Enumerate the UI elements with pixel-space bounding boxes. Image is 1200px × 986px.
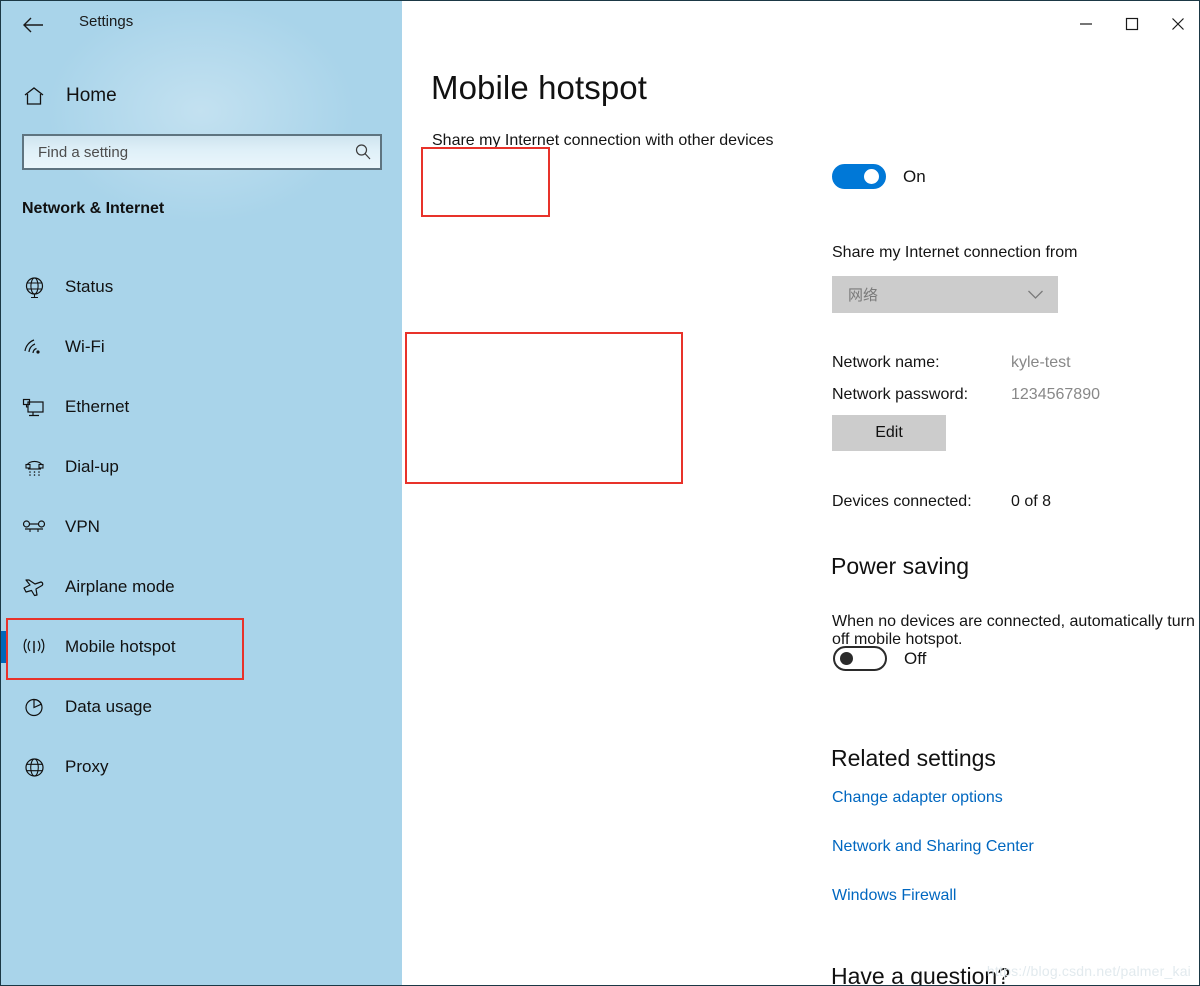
sidebar-item-label: Mobile hotspot	[65, 637, 176, 656]
airplane-icon	[19, 576, 49, 598]
sidebar-item-proxy[interactable]: Proxy	[1, 737, 402, 797]
dialup-phone-icon	[19, 456, 49, 479]
search-box[interactable]	[22, 134, 382, 170]
chevron-down-icon	[1027, 289, 1044, 300]
wifi-icon	[19, 336, 49, 358]
vpn-icon	[19, 517, 49, 537]
sidebar-item-label: Airplane mode	[65, 577, 175, 596]
sidebar-item-label: Data usage	[65, 697, 152, 716]
sidebar: Settings Home Network & Internet	[1, 1, 402, 985]
watermark: https://blog.csdn.net/palmer_kai	[986, 963, 1191, 979]
sidebar-item-data-usage[interactable]: Data usage	[1, 677, 402, 737]
main-content: Mobile hotspot Share my Internet connect…	[402, 1, 1199, 986]
sidebar-item-label: Proxy	[65, 757, 109, 776]
toggle-track	[833, 646, 887, 671]
toggle-state-label: Off	[904, 648, 927, 668]
power-saving-toggle[interactable]: Off	[833, 646, 926, 671]
sidebar-item-dialup[interactable]: Dial-up	[1, 437, 402, 497]
power-saving-description: When no devices are connected, automatic…	[832, 613, 1195, 648]
hotspot-icon	[19, 636, 49, 658]
sidebar-item-label: Home	[66, 85, 117, 106]
network-password-label: Network password:	[832, 386, 969, 403]
page-title: Mobile hotspot	[431, 69, 648, 106]
toggle-state-label: On	[903, 166, 926, 186]
sidebar-item-home[interactable]: Home	[1, 75, 402, 117]
home-icon	[19, 86, 49, 106]
toggle-knob	[864, 169, 879, 184]
link-windows-firewall[interactable]: Windows Firewall	[832, 887, 956, 905]
edit-button[interactable]: Edit	[832, 415, 946, 451]
link-network-and-sharing-center[interactable]: Network and Sharing Center	[832, 838, 1034, 856]
dropdown-selected-value: 网络	[848, 287, 879, 304]
devices-connected-value: 0 of 8	[1011, 493, 1052, 510]
devices-connected-label: Devices connected:	[832, 493, 972, 510]
share-connection-label: Share my Internet connection with other …	[432, 132, 774, 149]
network-name-label: Network name:	[832, 354, 940, 371]
minimize-button[interactable]	[1063, 1, 1109, 47]
sidebar-item-ethernet[interactable]: Ethernet	[1, 377, 402, 437]
power-saving-heading: Power saving	[831, 553, 970, 579]
sidebar-item-label: Status	[65, 277, 114, 296]
maximize-button[interactable]	[1109, 1, 1155, 47]
globe-icon	[19, 276, 49, 299]
sidebar-item-label: Dial-up	[65, 457, 119, 476]
toggle-track	[832, 164, 886, 189]
sidebar-item-status[interactable]: Status	[1, 257, 402, 317]
sidebar-item-airplane-mode[interactable]: Airplane mode	[1, 557, 402, 617]
share-from-label: Share my Internet connection from	[832, 244, 1078, 261]
toggle-knob	[840, 652, 853, 665]
sidebar-item-label: Ethernet	[65, 397, 130, 416]
share-connection-toggle[interactable]: On	[832, 164, 926, 189]
title-bar: Settings	[1, 1, 402, 47]
app-title: Settings	[79, 13, 134, 30]
sidebar-nav-list: Status Wi-Fi Ethernet Dial-up VPN Airpla…	[1, 257, 402, 797]
share-source-dropdown[interactable]: 网络	[832, 276, 1058, 313]
have-a-question-heading: Have a question?	[831, 963, 1011, 986]
link-change-adapter-options[interactable]: Change adapter options	[832, 789, 1003, 807]
ethernet-icon	[19, 396, 49, 418]
globe-icon	[19, 756, 49, 779]
sidebar-item-wifi[interactable]: Wi-Fi	[1, 317, 402, 377]
window-controls	[1063, 1, 1199, 47]
network-name-value: kyle-test	[1011, 354, 1071, 371]
search-icon[interactable]	[346, 143, 380, 161]
sidebar-item-label: VPN	[65, 517, 100, 536]
back-arrow-icon[interactable]	[19, 11, 47, 39]
close-button[interactable]	[1155, 1, 1199, 47]
network-password-value: 1234567890	[1011, 386, 1100, 403]
sidebar-item-mobile-hotspot[interactable]: Mobile hotspot	[1, 617, 402, 677]
sidebar-item-vpn[interactable]: VPN	[1, 497, 402, 557]
settings-window: Settings Home Network & Internet	[0, 0, 1200, 986]
pie-chart-icon	[19, 696, 49, 719]
sidebar-category-heading: Network & Internet	[22, 200, 165, 217]
sidebar-item-label: Wi-Fi	[65, 337, 105, 356]
related-settings-heading: Related settings	[831, 745, 996, 771]
search-input[interactable]	[24, 143, 346, 161]
